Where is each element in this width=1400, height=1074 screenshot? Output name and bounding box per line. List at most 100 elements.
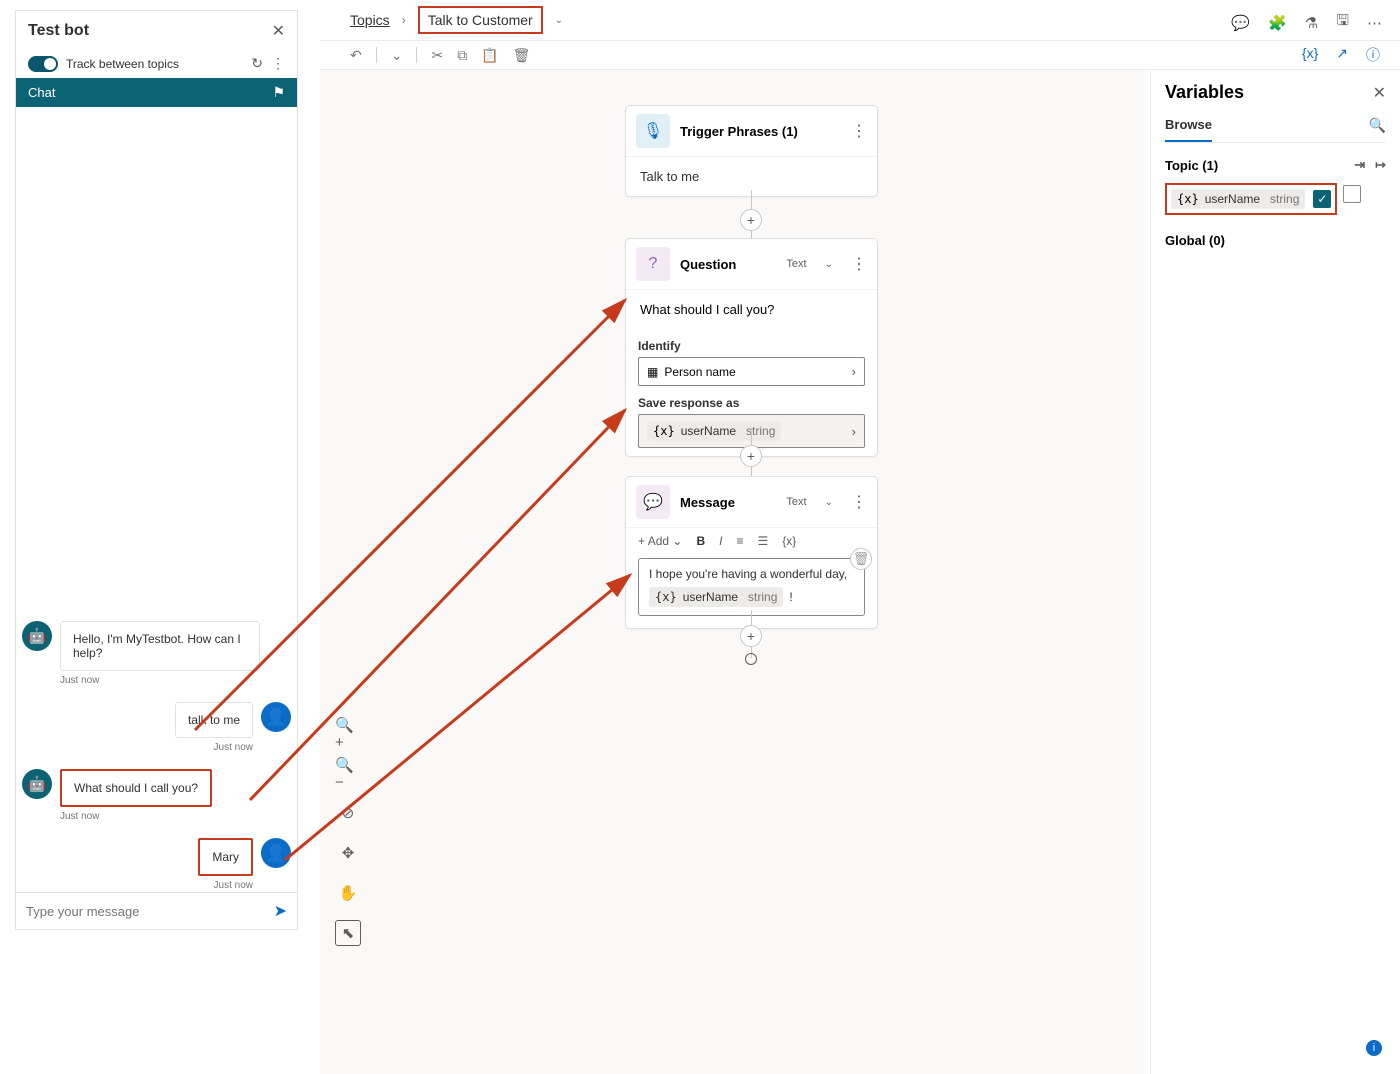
more-icon[interactable]: ⋯	[1367, 14, 1382, 32]
save-icon[interactable]: 🖫	[1336, 10, 1349, 35]
variable-icon: {x}	[1177, 192, 1199, 206]
message-node[interactable]: 💬 Message Text ⌄ ⋮ + Add ⌄ B I ≡ ☰ {x} 🗑…	[625, 476, 878, 629]
zoom-in-icon[interactable]: 🔍+	[335, 720, 361, 746]
identify-field[interactable]: ▦Person name ›	[638, 357, 865, 386]
info-dot-icon[interactable]: i	[1366, 1040, 1382, 1056]
track-label: Track between topics	[66, 57, 243, 71]
chevron-right-icon: ›	[852, 424, 856, 439]
ellipsis-icon[interactable]: ⋮	[851, 254, 867, 274]
close-icon[interactable]: ✕	[1373, 83, 1386, 103]
zoom-out-icon[interactable]: 🔍−	[335, 760, 361, 786]
test-bot-pane: Test bot ✕ Track between topics ↻ ⋮ Chat…	[15, 10, 298, 930]
chat-bubble: Hello, I'm MyTestbot. How can I help?	[60, 621, 260, 671]
node-title: Trigger Phrases (1)	[680, 124, 841, 139]
fit-icon[interactable]: ⊘	[335, 800, 361, 826]
top-right-toolbar: 💬 🧩 ⚗ 🖫 ⋯	[1231, 10, 1382, 35]
output-icon[interactable]: ↦	[1375, 157, 1386, 173]
share-icon[interactable]: ↗	[1336, 45, 1348, 65]
node-title: Question	[680, 257, 776, 272]
cut-icon[interactable]: ✂	[431, 47, 443, 64]
tab-browse[interactable]: Browse	[1165, 117, 1212, 142]
chat-message: talk to me Just now 👤	[22, 702, 291, 753]
paste-icon[interactable]: 📋	[481, 47, 498, 64]
bold-icon[interactable]: B	[696, 534, 705, 548]
ellipsis-icon[interactable]: ⋮	[851, 121, 867, 141]
add-node-button[interactable]: +	[740, 209, 762, 231]
chat-input[interactable]	[26, 904, 268, 919]
ordered-list-icon[interactable]: ≡	[736, 534, 743, 548]
chat-tab-label: Chat	[28, 85, 55, 100]
checkbox-checked[interactable]: ✓	[1313, 190, 1331, 208]
track-row: Track between topics ↻ ⋮	[16, 51, 297, 78]
node-type: Text	[786, 496, 806, 508]
copy-icon[interactable]: ⧉	[457, 47, 467, 64]
variable-row[interactable]: {x} userName string ✓	[1165, 183, 1337, 215]
variables-panel: Variables ✕ Browse 🔍 Topic (1) ⇥ ↦ {x} u…	[1150, 70, 1400, 1074]
info-icon[interactable]: ⓘ	[1366, 45, 1380, 65]
close-icon[interactable]: ✕	[272, 21, 285, 41]
variable-icon[interactable]: {x}	[1302, 45, 1318, 65]
toolbar: ↶ ⌄ ✂ ⧉ 📋 🗑 {x} ↗ ⓘ	[320, 40, 1400, 70]
undo-icon[interactable]: ↶	[350, 47, 362, 64]
chevron-down-icon[interactable]: ⌄	[391, 47, 403, 64]
ellipsis-icon[interactable]: ⋮	[851, 492, 867, 512]
reload-icon[interactable]: ↻	[251, 55, 263, 72]
chevron-down-icon[interactable]: ⌄	[825, 497, 833, 508]
italic-icon[interactable]: I	[719, 534, 722, 548]
variable-icon[interactable]: {x}	[782, 534, 796, 548]
chevron-right-icon: ›	[852, 364, 856, 379]
node-title: Message	[680, 495, 776, 510]
question-prompt: What should I call you?	[626, 290, 877, 329]
chat-message: 🤖 Hello, I'm MyTestbot. How can I help? …	[22, 621, 291, 686]
chevron-right-icon: ›	[402, 13, 406, 27]
pan-icon[interactable]: ✋	[335, 880, 361, 906]
user-avatar-icon: 👤	[261, 702, 291, 732]
flag-icon[interactable]: ⚑	[272, 84, 285, 101]
chevron-down-icon[interactable]: ⌄	[555, 15, 563, 26]
variable-icon: {x}	[655, 590, 677, 604]
timestamp: Just now	[214, 742, 253, 753]
send-icon[interactable]: ➤	[274, 901, 287, 921]
unordered-list-icon[interactable]: ☰	[757, 534, 768, 548]
chat-message: 🤖 What should I call you? Just now	[22, 769, 291, 822]
delete-icon[interactable]: 🗑	[513, 47, 531, 64]
checkbox-unchecked[interactable]	[1343, 185, 1361, 203]
breadcrumb-root[interactable]: Topics	[350, 12, 390, 28]
recenter-icon[interactable]: ✥	[335, 840, 361, 866]
beaker-icon[interactable]: ⚗	[1305, 14, 1318, 32]
input-icon[interactable]: ⇥	[1354, 157, 1365, 173]
timestamp: Just now	[60, 811, 99, 822]
variable-icon: {x}	[653, 424, 675, 438]
chat-bubble: What should I call you?	[60, 769, 212, 807]
breadcrumb-current[interactable]: Talk to Customer	[418, 6, 543, 34]
message-body[interactable]: 🗑 I hope you're having a wonderful day, …	[638, 558, 865, 616]
delete-icon[interactable]: 🗑	[850, 548, 872, 570]
message-icon: 💬	[636, 485, 670, 519]
chat-input-row: ➤	[16, 892, 297, 929]
add-node-button[interactable]: +	[740, 445, 762, 467]
trigger-node[interactable]: 🎙 Trigger Phrases (1) ⋮ Talk to me	[625, 105, 878, 197]
chat-area: 🤖 Hello, I'm MyTestbot. How can I help? …	[16, 107, 297, 892]
chat-bubble: talk to me	[175, 702, 253, 738]
question-node[interactable]: ? Question Text ⌄ ⋮ What should I call y…	[625, 238, 878, 457]
variables-title: Variables	[1165, 82, 1244, 103]
comment-icon[interactable]: 💬	[1231, 14, 1250, 32]
add-button[interactable]: + Add ⌄	[638, 534, 682, 548]
bot-avatar-icon: 🤖	[22, 621, 52, 651]
select-icon[interactable]: ⬉	[335, 920, 361, 946]
authoring-canvas[interactable]: 🎙 Trigger Phrases (1) ⋮ Talk to me + ? Q…	[320, 70, 1145, 1074]
topic-section-label: Topic (1)	[1165, 158, 1218, 173]
track-toggle[interactable]	[28, 56, 58, 72]
chat-tab[interactable]: Chat ⚑	[16, 78, 297, 107]
add-node-button[interactable]: +	[740, 625, 762, 647]
chevron-down-icon[interactable]: ⌄	[825, 259, 833, 270]
bot-icon[interactable]: 🧩	[1268, 14, 1287, 32]
chat-message: Mary Just now 👤	[22, 838, 291, 891]
bot-avatar-icon: 🤖	[22, 769, 52, 799]
chat-bubble: Mary	[198, 838, 253, 876]
search-icon[interactable]: 🔍	[1369, 117, 1386, 142]
end-node-icon	[745, 653, 757, 665]
question-icon: ?	[636, 247, 670, 281]
entity-icon: ▦	[647, 365, 658, 379]
ellipsis-icon[interactable]: ⋮	[271, 55, 285, 72]
